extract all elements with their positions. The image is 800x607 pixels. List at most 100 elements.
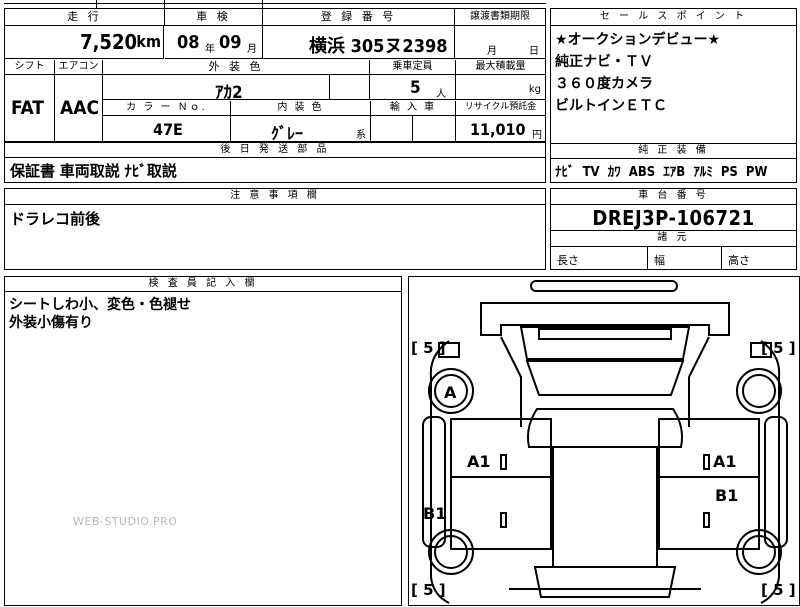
- inspection-header: 車 検: [165, 9, 263, 26]
- tire-label-rear-right: [ 5 ]: [761, 581, 796, 599]
- front-bumper: [480, 302, 730, 336]
- transfer-cell: 月 日: [455, 26, 545, 59]
- notes-header: 注 意 事 項 欄: [5, 189, 545, 205]
- damage-mark-front-left: A: [444, 383, 457, 402]
- chassis-value: DREJ3P-106721: [592, 206, 755, 230]
- import-header: 輸 入 車: [371, 101, 456, 116]
- genuine-equipment-header: 純 正 装 備: [551, 144, 796, 159]
- sales-points-box: セ ー ル ス ポ イ ン ト ★オークションデビュー★ 純正ナビ・ＴＶ ３６０…: [550, 8, 797, 183]
- import-cell-b: [413, 116, 456, 141]
- exterior-value: ｱｶ2: [215, 83, 243, 103]
- mileage-header: 走 行: [5, 9, 165, 26]
- transfer-day-unit: 日: [529, 46, 539, 57]
- import-cell-a: [371, 116, 413, 141]
- tire-label-front-right: [ 5 ]: [761, 339, 796, 357]
- equipment-item: ｶﾜ: [607, 165, 621, 180]
- recycle-header: リサイクル預託金: [456, 101, 545, 116]
- mileage-value: 7,520: [80, 30, 137, 54]
- inspector-line-1: シートしわ小、変色・色褪せ: [9, 297, 191, 313]
- interior-header: 内 装 色: [231, 101, 371, 116]
- inspector-line-2: 外装小傷有り: [9, 315, 93, 331]
- registration-value: 横浜 305ヌ2398: [309, 36, 448, 57]
- right-skirt: [764, 416, 788, 548]
- capacity-cell: 5 人: [370, 75, 456, 100]
- later-parts-header: 後 日 発 送 部 品: [5, 143, 545, 158]
- exterior-cell: ｱｶ2: [103, 75, 330, 103]
- recycle-cell: 11,010 円: [456, 116, 545, 141]
- interior-cell: ｸﾞﾚｰ 系: [231, 116, 371, 143]
- exterior-extra-cell: [330, 75, 370, 100]
- tire-label-rear-left: [ 5 ]: [411, 581, 446, 599]
- inspector-box: 検 査 員 記 入 欄 シートしわ小、変色・色褪せ 外装小傷有り WEB-STU…: [4, 276, 402, 606]
- grille: [538, 328, 672, 340]
- chassis-box: 車 台 番 号 DREJ3P-106721 諸 元 長さ 幅 高さ: [550, 188, 797, 270]
- shift-cell: FAT: [5, 75, 55, 141]
- damage-mark-right-front-door: A1: [713, 452, 737, 471]
- notes-value: ドラレコ前後: [10, 210, 101, 228]
- transfer-month-unit: 月: [487, 46, 497, 57]
- left-a-pillar: [500, 336, 522, 427]
- top-divider: [96, 0, 97, 8]
- registration-cell: 横浜 305ヌ2398: [263, 26, 455, 59]
- height-label: 高さ: [728, 254, 750, 267]
- handle: [703, 454, 710, 470]
- hood: [519, 326, 691, 360]
- equipment-item: ﾅﾋﾞ: [555, 165, 575, 180]
- recycle-value: 11,010: [470, 120, 526, 139]
- maxload-unit: kg: [528, 84, 541, 95]
- registration-header: 登 録 番 号: [263, 9, 455, 26]
- later-parts-value: 保証書 車両取説 ﾅﾋﾞ取説: [10, 162, 177, 180]
- wheel-front-right-inner: [742, 374, 776, 408]
- colorno-value: 47E: [153, 120, 183, 139]
- handle: [500, 454, 507, 470]
- mileage-cell: 7,520 km: [5, 26, 164, 59]
- exterior-header: 外 装 色: [103, 60, 370, 75]
- sales-point-4: ビルトインＥＴＣ: [555, 98, 667, 114]
- top-divider: [164, 0, 165, 8]
- later-parts-box: 後 日 発 送 部 品 保証書 車両取説 ﾅﾋﾞ取説: [4, 142, 546, 183]
- transfer-deadline-header: 譲渡書類期限: [455, 9, 545, 26]
- width-cell: 幅: [648, 247, 722, 269]
- sales-point-2: 純正ナビ・ＴＶ: [555, 54, 653, 70]
- length-label: 長さ: [557, 254, 579, 267]
- left-skirt: [422, 416, 446, 548]
- rear-window: [533, 566, 677, 598]
- equipment-item: ｴｱB: [663, 165, 686, 180]
- interior-unit: 系: [356, 130, 366, 141]
- damage-mark-left-front-door: A1: [467, 452, 491, 471]
- shift-header: シフト: [5, 60, 55, 75]
- inspection-cell: 08 年 09 月: [165, 26, 263, 59]
- roof-panel: [552, 446, 658, 568]
- genuine-equipment: 純 正 装 備 ﾅﾋﾞ TV ｶﾜ ABS ｴｱB ｱﾙﾐ PS PW: [551, 143, 796, 184]
- maxload-header: 最大積載量: [456, 60, 545, 75]
- tire-label-front-left: [ 5 ]: [411, 339, 446, 357]
- damage-mark-left-rear: B1: [423, 504, 447, 523]
- handle: [703, 512, 710, 528]
- maxload-cell: kg: [456, 75, 545, 100]
- car-diagram: [422, 280, 788, 604]
- interior-value: ｸﾞﾚｰ: [271, 124, 304, 143]
- month-unit: 月: [247, 44, 257, 55]
- length-cell: 長さ: [551, 247, 648, 269]
- equipment-item: ABS: [628, 165, 656, 180]
- top-divider: [262, 0, 263, 8]
- aircon-header: エアコン: [55, 60, 103, 75]
- inspection-year: 08: [177, 32, 200, 53]
- windshield: [525, 360, 685, 396]
- handle: [500, 512, 507, 528]
- aircon-value: AAC: [60, 97, 100, 119]
- inspector-header: 検 査 員 記 入 欄: [5, 277, 401, 292]
- height-cell: 高さ: [722, 247, 796, 269]
- colorno-cell: 47E: [103, 116, 231, 141]
- equipment-item: PS: [720, 165, 738, 180]
- year-unit: 年: [205, 44, 215, 55]
- inspection-month: 09: [219, 32, 242, 53]
- equipment-item: ｱﾙﾐ: [693, 165, 713, 180]
- colorno-header: カ ラ ー Ｎｏ.: [103, 101, 231, 116]
- aircon-cell: AAC: [55, 75, 103, 141]
- capacity-value: 5: [410, 78, 421, 98]
- equipment-item: PW: [745, 165, 768, 180]
- recycle-unit: 円: [532, 130, 542, 141]
- equipment-list: ﾅﾋﾞ TV ｶﾜ ABS ｴｱB ｱﾙﾐ PS PW: [555, 161, 767, 180]
- mileage-unit: km: [136, 32, 161, 51]
